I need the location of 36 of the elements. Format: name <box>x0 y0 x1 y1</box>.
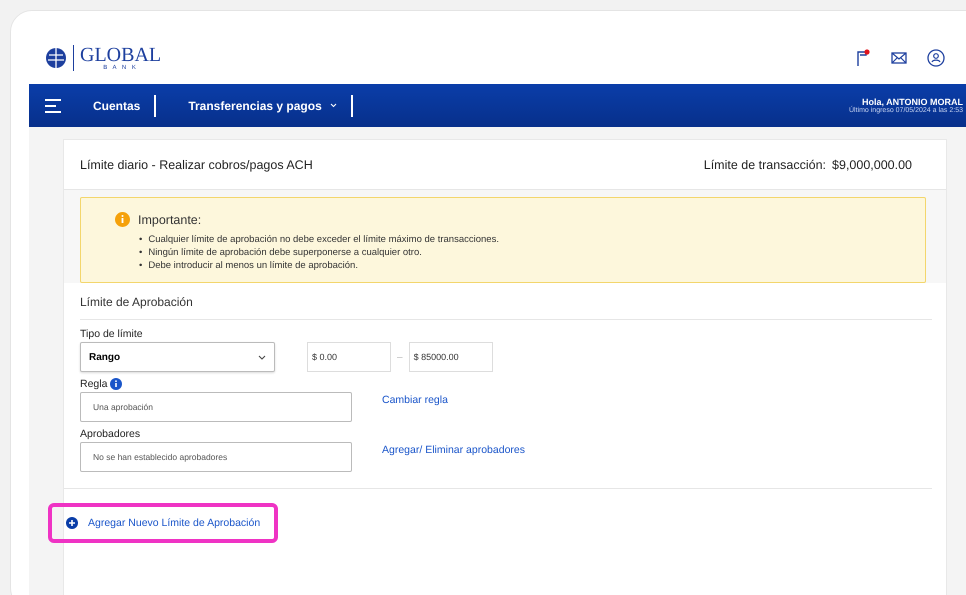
field-label: Tipo de límite <box>80 328 143 340</box>
bullet-mark: • <box>139 259 142 272</box>
nav-menu-item[interactable]: Cuentas <box>61 94 156 116</box>
nav-menu-item[interactable]: Transferencias y pagos <box>156 94 353 116</box>
range-separator: – <box>397 352 403 362</box>
plus-circle-icon <box>66 517 78 529</box>
user-icon[interactable] <box>927 48 945 66</box>
field-label: Regla <box>80 378 108 390</box>
max-amount-field[interactable]: $ 85000.00 <box>408 342 493 372</box>
limit-type-select[interactable]: Rango <box>80 342 275 372</box>
rule-field[interactable]: Una aprobación <box>80 392 352 422</box>
chevron-down-icon <box>258 354 266 360</box>
field-label: Aprobadores <box>80 428 140 440</box>
info-icon[interactable] <box>110 378 122 390</box>
section-title: Límite de Aprobación <box>80 295 932 320</box>
logo-wordmark: GLOBAL <box>80 44 162 64</box>
bullet-mark: • <box>139 233 142 246</box>
menu-icon[interactable] <box>45 98 61 112</box>
notice-item: Cualquier límite de aprobación no debe exceder el límite máximo de transacciones. <box>148 233 499 246</box>
add-limit-link[interactable]: Agregar Nuevo Límite de Aprobación <box>48 503 278 543</box>
flag-icon[interactable] <box>855 48 871 66</box>
notice-title: Importante: <box>138 212 202 226</box>
info-icon <box>115 212 130 227</box>
globe-logo-icon <box>45 46 67 68</box>
min-amount-field[interactable]: $ 0.00 <box>307 342 391 372</box>
notice-item: Ningún límite de aprobación debe superponerse a cualquier otro. <box>148 246 422 259</box>
bullet-mark: • <box>139 246 142 259</box>
change-rule-link[interactable]: Cambiar regla <box>382 394 448 406</box>
greeting-text: Hola, ANTONIO MORAL <box>862 97 963 107</box>
card-title: Límite diario - Realizar cobros/pagos ACH <box>80 158 313 172</box>
limit-value: $9,000,000.00 <box>832 158 912 172</box>
mail-icon[interactable] <box>891 52 907 64</box>
limit-label: Límite de transacción: <box>704 158 826 172</box>
approvers-field[interactable]: No se han establecido aprobadores <box>80 442 352 472</box>
notice-item: Debe introducir al menos un límite de aprobación. <box>148 259 358 272</box>
edit-approvers-link[interactable]: Agregar/ Eliminar aprobadores <box>382 444 525 456</box>
